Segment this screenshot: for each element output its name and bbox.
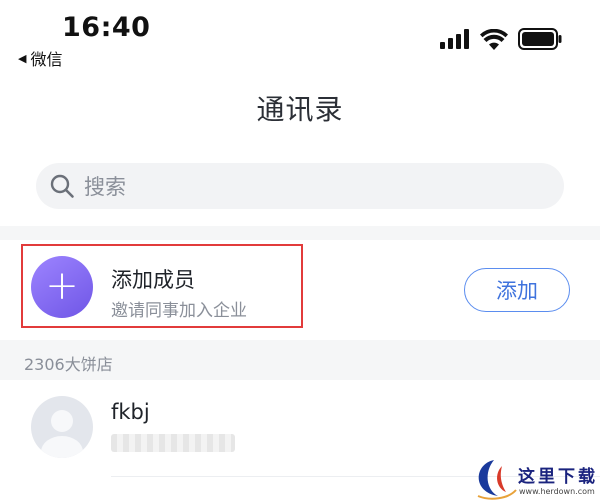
back-app-label: 微信 — [30, 50, 63, 69]
highlight-annotation — [21, 244, 303, 328]
section-header: 2306大饼店 — [0, 340, 600, 380]
avatar[interactable] — [31, 396, 93, 458]
back-triangle-icon: ◀ — [18, 51, 27, 65]
search-input[interactable]: 搜索 — [36, 163, 564, 209]
status-icons — [440, 28, 562, 50]
battery-icon — [518, 28, 562, 50]
search-placeholder: 搜索 — [84, 175, 126, 199]
search-icon — [48, 172, 76, 200]
watermark-url: www.herdown.com — [519, 487, 595, 496]
cellular-signal-icon — [440, 29, 469, 49]
back-to-app-link[interactable]: ◀ 微信 — [18, 46, 62, 70]
contact-subtitle-redacted — [111, 434, 235, 452]
add-button[interactable]: 添加 — [464, 268, 570, 312]
contact-name: fkbj — [111, 400, 150, 424]
status-time: 16:40 — [62, 12, 151, 43]
section-gap — [0, 226, 600, 240]
section-header-label: 2306大饼店 — [24, 355, 113, 374]
default-avatar-icon — [41, 410, 83, 458]
wifi-icon — [480, 28, 508, 50]
watermark-text: 这里下载 — [518, 467, 598, 487]
page-title: 通讯录 — [256, 93, 344, 126]
status-bar: 16:40 ◀ 微信 — [0, 0, 600, 72]
